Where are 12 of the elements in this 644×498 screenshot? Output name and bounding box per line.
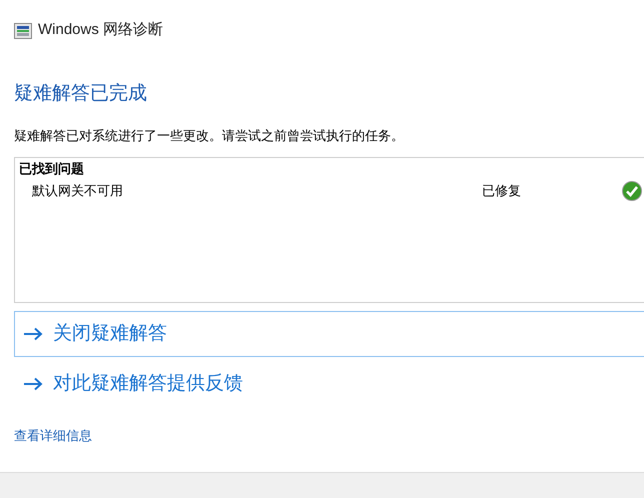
network-diagnostics-icon bbox=[14, 22, 32, 38]
arrow-icon bbox=[23, 327, 43, 341]
action-link[interactable]: 对此疑难解答提供反馈 bbox=[14, 361, 644, 407]
problem-name: 默认网关不可用 bbox=[32, 182, 124, 200]
arrow-icon bbox=[23, 377, 43, 391]
action-link[interactable]: 关闭疑难解答 bbox=[14, 311, 644, 357]
details-link[interactable]: 查看详细信息 bbox=[14, 426, 92, 446]
page-heading: 疑难解答已完成 bbox=[14, 82, 147, 106]
problem-status: 已修复 bbox=[482, 182, 522, 200]
window-title: Windows 网络诊断 bbox=[38, 20, 164, 40]
problems-header: 已找到问题 bbox=[19, 160, 84, 178]
description-text: 疑难解答已对系统进行了一些更改。请尝试之前曾尝试执行的任务。 bbox=[14, 128, 404, 144]
